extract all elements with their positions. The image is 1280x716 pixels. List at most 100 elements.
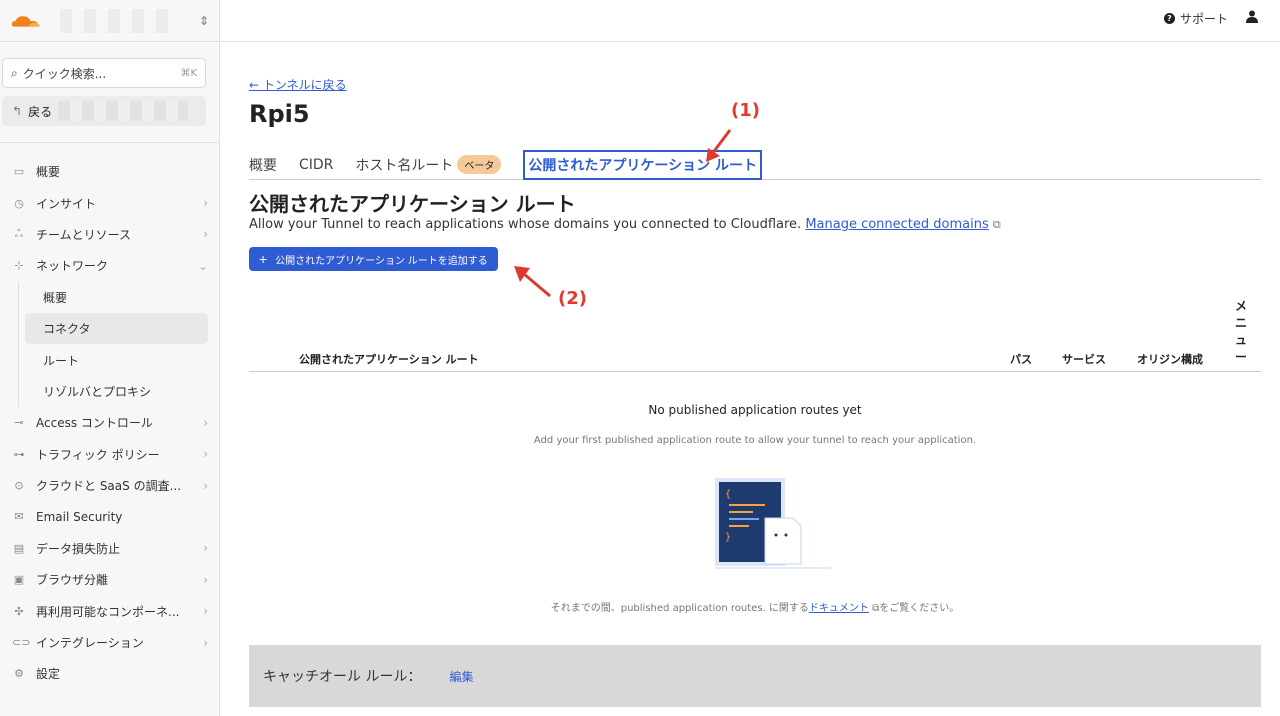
browser-icon: ▣ [13, 573, 25, 587]
sidebar-item-overview[interactable]: ▭ 概要 [0, 156, 220, 187]
col-service: サービス [1062, 353, 1106, 366]
sidebar-subitem-overview[interactable]: 概要 [25, 282, 208, 313]
support-menu[interactable]: ? サポート [1163, 10, 1228, 27]
chevron-right-icon: › [203, 635, 208, 650]
section-title: 公開されたアプリケーション ルート [249, 192, 576, 216]
search-icon: ⌕ [11, 65, 18, 80]
chevron-right-icon: › [203, 572, 208, 587]
doc-note-prefix: それまでの間、published application routes. に関す… [550, 603, 809, 614]
empty-state-subtitle: Add your first published application rou… [533, 435, 977, 446]
account-name-redacted[interactable] [59, 8, 179, 33]
sidebar-nav: ▭ 概要 ◷ インサイト › ஃ チームとリソース › ⊹ ネットワーク ⌄ 概… [0, 156, 220, 690]
svg-text:}: } [725, 532, 731, 543]
sidebar-item-traffic[interactable]: ⊶ トラフィック ポリシー › [0, 439, 220, 470]
back-to-tunnels-link[interactable]: ← トンネルに戻る [249, 76, 347, 93]
email-security-icon: ✉ [14, 510, 24, 524]
sidebar-item-settings[interactable]: ⚙ 設定 [0, 658, 220, 689]
sidebar-item-label: チームとリソース [36, 227, 132, 242]
sidebar-item-components[interactable]: ✣ 再利用可能なコンポーネ... › [0, 595, 220, 626]
chevron-right-icon: › [203, 227, 208, 242]
quick-search-input[interactable]: ⌕ クイック検索... ⌘K [2, 58, 206, 88]
network-submenu: 概要 コネクタ ルート リゾルバとプロキシ [18, 281, 220, 408]
access-icon: ⊸ [14, 416, 24, 430]
components-icon: ✣ [14, 604, 24, 618]
dlp-icon: ▤ [13, 541, 25, 555]
chevron-right-icon: › [203, 447, 208, 462]
sidebar-item-label: トラフィック ポリシー [36, 447, 160, 462]
sidebar-item-access[interactable]: ⊸ Access コントロール › [0, 407, 220, 438]
chevron-right-icon: › [203, 415, 208, 430]
gear-icon: ⚙ [14, 667, 24, 681]
page-title: Rpi5 [249, 100, 310, 128]
chevron-right-icon: › [203, 478, 208, 493]
sidebar-item-label: ネットワーク [36, 259, 109, 274]
traffic-icon: ⊶ [13, 447, 25, 461]
catchall-edit-link[interactable]: 編集 [449, 668, 473, 685]
sidebar-item-label: Email Security [36, 509, 123, 524]
annotation-2: (2) [558, 288, 587, 309]
sidebar-item-browser-isolation[interactable]: ▣ ブラウザ分離 › [0, 564, 220, 595]
sidebar-item-network[interactable]: ⊹ ネットワーク ⌄ [0, 250, 220, 281]
tab-label: 概要 [249, 157, 277, 174]
sidebar-item-email-security[interactable]: ✉ Email Security [0, 501, 220, 532]
search-label: クイック検索... [22, 66, 107, 81]
annotation-arrow-1 [706, 129, 732, 162]
integration-icon: ⊂⊃ [12, 636, 31, 650]
window-icon: ▭ [13, 165, 25, 179]
add-published-route-button[interactable]: + 公開されたアプリケーション ルートを追加する [249, 247, 498, 271]
back-button[interactable]: ↰ 戻る [2, 96, 206, 126]
manage-domains-link[interactable]: Manage connected domains [805, 217, 988, 232]
logo-row: ⇕ [0, 0, 219, 42]
col-path: パス [1010, 353, 1032, 366]
sidebar-item-insights[interactable]: ◷ インサイト › [0, 187, 220, 218]
tab-label: CIDR [299, 156, 334, 173]
chevron-down-icon: ⌄ [197, 258, 208, 273]
support-label: サポート [1179, 12, 1228, 26]
sidebar-subitem-routes[interactable]: ルート [25, 344, 208, 375]
account-switch-icon[interactable]: ⇕ [199, 14, 209, 28]
tab-bar: 概要 CIDR ホスト名ルート ベータ 公開されたアプリケーション ルート [249, 149, 1261, 180]
back-arrow-icon: ↰ [12, 104, 23, 118]
sidebar-item-dlp[interactable]: ▤ データ損失防止 › [0, 533, 220, 564]
sidebar-item-label: 設定 [36, 667, 61, 682]
col-origin: オリジン構成 [1137, 353, 1203, 366]
catchall-label: キャッチオール ルール： [263, 669, 422, 685]
col-route: 公開されたアプリケーション ルート [299, 353, 479, 366]
sidebar-item-label: インテグレーション [36, 636, 144, 651]
tab-hostname-routes[interactable]: ホスト名ルート ベータ [355, 155, 502, 175]
annotation-arrow-2 [514, 266, 551, 298]
tab-cidr[interactable]: CIDR [299, 157, 333, 173]
documentation-note: それまでの間、published application routes. に関す… [249, 599, 1261, 614]
clock-icon: ◷ [14, 196, 24, 210]
tab-label: ホスト名ルート [355, 157, 454, 174]
help-icon: ? [1163, 13, 1175, 24]
chevron-right-icon: › [203, 196, 208, 211]
sidebar-subitem-connectors[interactable]: コネクタ [25, 312, 208, 345]
user-icon[interactable] [1246, 10, 1258, 27]
back-target-redacted [58, 101, 189, 121]
tab-overview[interactable]: 概要 [249, 155, 277, 175]
cloudflare-logo-icon[interactable] [10, 13, 42, 29]
description-text: Allow your Tunnel to reach applications … [249, 217, 802, 232]
sidebar-item-integrations[interactable]: ⊂⊃ インテグレーション › [0, 627, 220, 658]
beta-badge: ベータ [457, 155, 502, 174]
sidebar-divider [0, 142, 220, 143]
documentation-link[interactable]: ドキュメント [809, 603, 869, 614]
sidebar-item-label: インサイト [36, 196, 97, 211]
section-description: Allow your Tunnel to reach applications … [249, 217, 1001, 232]
sidebar-item-cloud-saas[interactable]: ⊙ クラウドと SaaS の調査... › [0, 470, 220, 501]
svg-text:{: { [725, 489, 731, 500]
sidebar-item-teams[interactable]: ஃ チームとリソース › [0, 219, 220, 250]
sidebar-subitem-resolvers[interactable]: リゾルバとプロキシ [25, 376, 208, 407]
network-icon: ⊹ [14, 259, 24, 273]
sidebar-item-label: ブラウザ分離 [36, 573, 109, 588]
sidebar-item-label: データ損失防止 [36, 541, 121, 556]
sidebar-item-label: Access コントロール [36, 416, 153, 431]
sidebar: ⇕ ⌕ クイック検索... ⌘K ↰ 戻る ▭ 概要 ◷ インサイト › ஃ チ… [0, 0, 220, 716]
sidebar-item-label: 概要 [36, 165, 61, 180]
back-label: 戻る [28, 104, 53, 119]
catchall-rule-bar: キャッチオール ルール： 編集 [249, 645, 1261, 707]
sidebar-item-label: 再利用可能なコンポーネ... [36, 604, 180, 619]
cloud-icon: ⊙ [14, 479, 24, 493]
chevron-right-icon: › [203, 541, 208, 556]
